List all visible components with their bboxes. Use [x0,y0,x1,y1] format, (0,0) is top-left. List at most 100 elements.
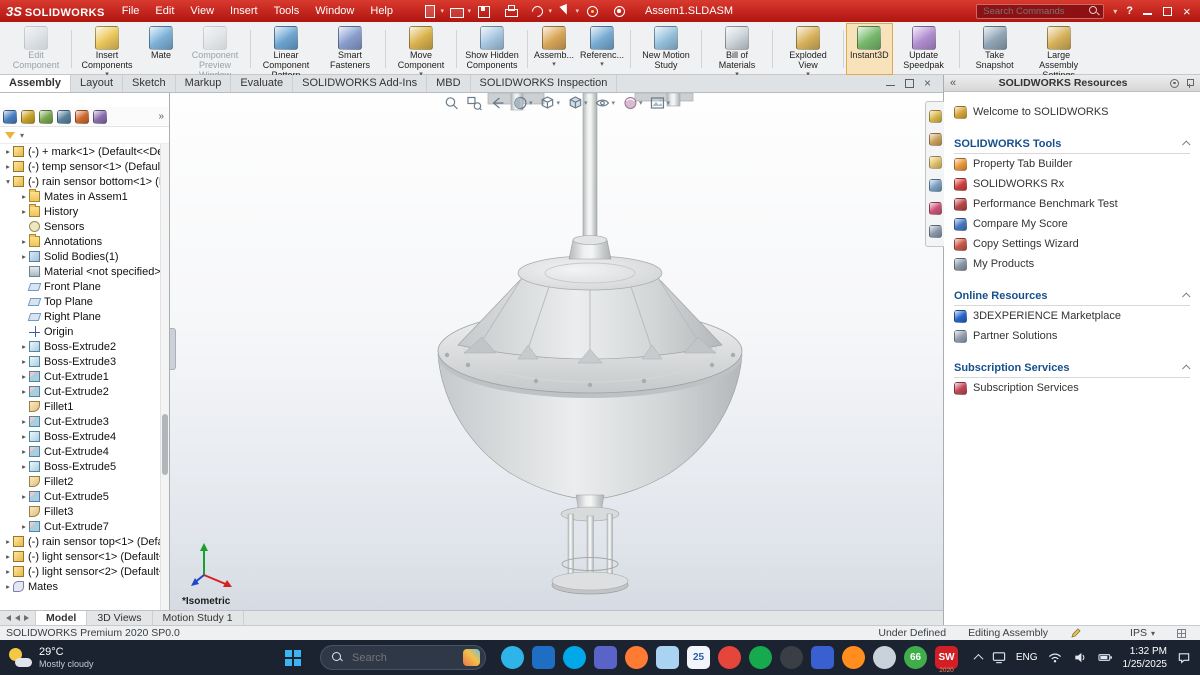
tree-item[interactable]: ▸ Mates in Assem1 [0,189,160,204]
tree-item[interactable]: ▸ Cut-Extrude7 [0,519,160,534]
ribbon-button[interactable]: Smart Fasteners [318,24,382,74]
taskpane-row[interactable]: SOLIDWORKS Rx [954,174,1190,194]
document-tab[interactable]: Model [36,611,88,625]
expand-arrow[interactable]: ▸ [19,342,29,351]
expand-arrow[interactable]: ▸ [19,462,29,471]
commandmanager-tab[interactable]: Assembly [0,75,71,92]
ribbon-button[interactable]: Referenc... ▾ [577,24,627,74]
tree-item[interactable]: Front Plane [0,279,160,294]
ribbon-button[interactable]: Take Snapshot [963,24,1027,74]
expand-arrow[interactable]: ▸ [19,417,29,426]
tree-item[interactable]: ▸ Annotations [0,234,160,249]
scroll-tabs-left2-icon[interactable] [15,615,20,621]
commandmanager-tab[interactable]: Markup [176,75,232,92]
ribbon-button[interactable] [627,24,634,74]
previous-view-icon[interactable] [489,95,505,111]
view-palette-tab[interactable] [928,179,942,192]
section-view-icon[interactable] [512,95,533,111]
design-library-tab[interactable] [928,133,942,146]
tree-item[interactable]: ▸ Solid Bodies(1) [0,249,160,264]
filter-funnel-icon[interactable] [5,131,15,139]
section-collapse-chevron[interactable] [1182,364,1191,373]
taskbar-app-spotify[interactable] [747,642,774,674]
notifications-icon[interactable] [1176,650,1192,665]
tray-overflow-chevron-icon[interactable] [973,653,984,664]
doc-restore-icon[interactable] [905,79,914,88]
tree-scrollbar-thumb[interactable] [162,414,168,475]
taskbar-app-chrome[interactable] [716,642,743,674]
expand-arrow[interactable]: ▸ [19,522,29,531]
menu-item[interactable]: File [114,0,148,22]
tree-item[interactable]: ▾ (-) rain sensor bottom<1> (De [0,174,160,189]
expand-arrow[interactable]: ▸ [19,192,29,201]
ribbon-button[interactable] [769,24,776,74]
ribbon-button[interactable]: Component Preview Window [183,24,247,80]
menu-item[interactable]: View [182,0,222,22]
ribbon-button[interactable]: Large Assembly Settings [1027,24,1091,80]
taskbar-app-teams[interactable] [809,642,836,674]
ribbon-button[interactable]: Update Speedpak [892,24,956,74]
taskbar-app-outlook[interactable] [530,642,557,674]
expand-arrow[interactable]: ▸ [3,567,13,576]
edit-appearance-icon[interactable] [622,95,643,111]
rebuild-icon[interactable] [585,5,598,17]
tree-item[interactable]: Origin [0,324,160,339]
taskpane-row[interactable]: Subscription Services [954,359,1191,378]
dimxpertmanager-tab[interactable] [57,109,71,124]
open-icon[interactable] [450,5,471,18]
command-search-box[interactable] [976,3,1105,19]
menu-item[interactable]: Edit [147,0,182,22]
taskbar-app-search-tool[interactable] [871,642,898,674]
wifi-icon[interactable] [1047,650,1063,665]
tree-item[interactable]: ▸ (-) light sensor<2> (Default<< [0,564,160,579]
taskbar-app-skype[interactable] [561,642,588,674]
expand-arrow[interactable]: ▾ [3,177,13,186]
minimize-button[interactable] [1142,6,1153,17]
scroll-tabs-right-icon[interactable] [24,615,29,621]
tree-item[interactable]: Right Plane [0,309,160,324]
save-icon[interactable] [477,5,490,18]
taskbar-app-calendar[interactable]: 25 [685,642,712,674]
section-collapse-chevron[interactable] [1182,140,1191,149]
taskpane-row[interactable]: Online Resources [954,287,1191,306]
tree-item[interactable]: ▸ Boss-Extrude2 [0,339,160,354]
taskbar-app-obs-studio[interactable] [778,642,805,674]
undo-icon[interactable] [531,5,552,17]
pin-pane-icon[interactable] [1185,78,1194,88]
battery-icon[interactable] [1097,650,1114,665]
ribbon-button[interactable]: New Motion Study [634,24,698,74]
volume-icon[interactable] [1072,650,1088,665]
doc-minimize-icon[interactable] [886,79,895,88]
commandmanager-tab[interactable]: Evaluate [231,75,294,92]
taskpane-row[interactable]: SOLIDWORKS Tools [954,135,1191,154]
taskpane-row[interactable]: Copy Settings Wizard [954,234,1190,254]
tree-item[interactable]: Fillet2 [0,474,160,489]
unit-system-selector[interactable]: IPS ▾ [1130,627,1155,639]
tree-item[interactable]: ▸ Boss-Extrude3 [0,354,160,369]
language-indicator[interactable]: ENG [1016,652,1038,663]
tree-item[interactable]: ▸ Cut-Extrude4 [0,444,160,459]
file-explorer-tab[interactable] [928,156,942,169]
expand-arrow[interactable]: ▸ [3,162,13,171]
scene-icon[interactable] [650,95,671,111]
filter-caret[interactable]: ▾ [20,131,24,140]
taskpane-row[interactable]: My Products [954,254,1190,274]
zoom-area-icon[interactable] [466,95,482,111]
tree-item[interactable]: ▸ (-) + mark<1> (Default<<Defa [0,144,160,159]
ribbon-button[interactable] [68,24,75,74]
expand-arrow[interactable]: ▸ [19,387,29,396]
tree-item[interactable]: ▸ Cut-Extrude2 [0,384,160,399]
expand-arrow[interactable]: ▸ [19,207,29,216]
taskpane-row[interactable]: Performance Benchmark Test [954,194,1190,214]
ribbon-button[interactable]: Bill of Materials ▾ [705,24,769,78]
taskpane-row[interactable]: Subscription Services [954,378,1190,398]
ribbon-button[interactable] [840,24,847,74]
commandmanager-tab[interactable]: SOLIDWORKS Add-Ins [293,75,428,92]
resources-tab[interactable] [928,110,942,123]
ribbon-button[interactable] [524,24,531,74]
tree-item[interactable]: ▸ (-) temp sensor<1> (Default<- [0,159,160,174]
scroll-tabs-left-icon[interactable] [6,615,11,621]
tree-scrollbar[interactable] [160,144,169,610]
menu-item[interactable]: Window [307,0,362,22]
configurationmanager-tab[interactable] [39,109,53,124]
